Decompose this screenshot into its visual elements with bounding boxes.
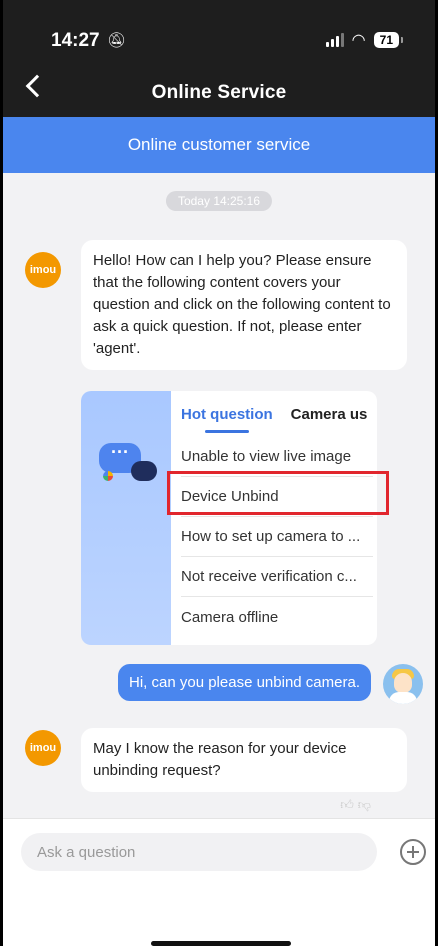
question-item[interactable]: Not receive verification c... [181, 557, 373, 597]
screen: 14:27 🔕︎ ◠ 71 Online Service Online cust… [0, 0, 438, 946]
battery-icon: 71 [373, 32, 404, 48]
chat-illustration: ··· [81, 391, 171, 645]
service-banner: Online customer service [3, 117, 435, 173]
quick-question-card: ··· Hot question Camera us Unable to vie… [81, 391, 377, 645]
tab-camera-use[interactable]: Camera us [291, 406, 368, 423]
top-bar: 14:27 🔕︎ ◠ 71 Online Service [3, 0, 435, 117]
chat-bubble-dark-icon [131, 461, 157, 481]
feedback-icons[interactable]: 👍︎👎︎ [340, 797, 375, 813]
signal-icon [325, 33, 344, 47]
user-avatar [383, 664, 423, 704]
question-item[interactable]: How to set up camera to ... [181, 517, 373, 557]
bot-message: May I know the reason for your device un… [81, 728, 407, 792]
chat-area[interactable]: Today 14:25:16 imou Hello! How can I hel… [3, 173, 435, 818]
chat-timestamp: Today 14:25:16 [165, 191, 273, 211]
bell-slash-icon: 🔕︎ [107, 32, 127, 49]
bot-message-text: May I know the reason for your device un… [93, 740, 347, 779]
home-indicator [151, 941, 291, 946]
user-message: Hi, can you please unbind camera. [118, 664, 371, 701]
page-title: Online Service [151, 82, 287, 103]
status-icons: ◠ 71 [325, 30, 404, 50]
avatar-body [389, 692, 417, 704]
bot-avatar: imou [25, 730, 61, 766]
input-bar [3, 818, 435, 946]
tab-hot-question[interactable]: Hot question [181, 406, 273, 433]
bot-message-text: Hello! How can I help you? Please ensure… [93, 252, 391, 357]
ask-question-input[interactable] [21, 833, 377, 871]
question-list: Unable to view live image Device Unbind … [171, 437, 377, 637]
color-dot-icon [103, 471, 113, 481]
plus-circle-icon[interactable] [400, 839, 426, 865]
question-tabs: Hot question Camera us [171, 391, 377, 437]
bot-message: Hello! How can I help you? Please ensure… [81, 240, 407, 370]
wifi-icon: ◠ [351, 32, 366, 49]
highlight-box [167, 471, 389, 515]
question-item[interactable]: Camera offline [181, 597, 373, 637]
status-time: 14:27 [51, 30, 100, 51]
bot-avatar: imou [25, 252, 61, 288]
banner-label: Online customer service [127, 135, 311, 154]
avatar-face [394, 673, 412, 693]
